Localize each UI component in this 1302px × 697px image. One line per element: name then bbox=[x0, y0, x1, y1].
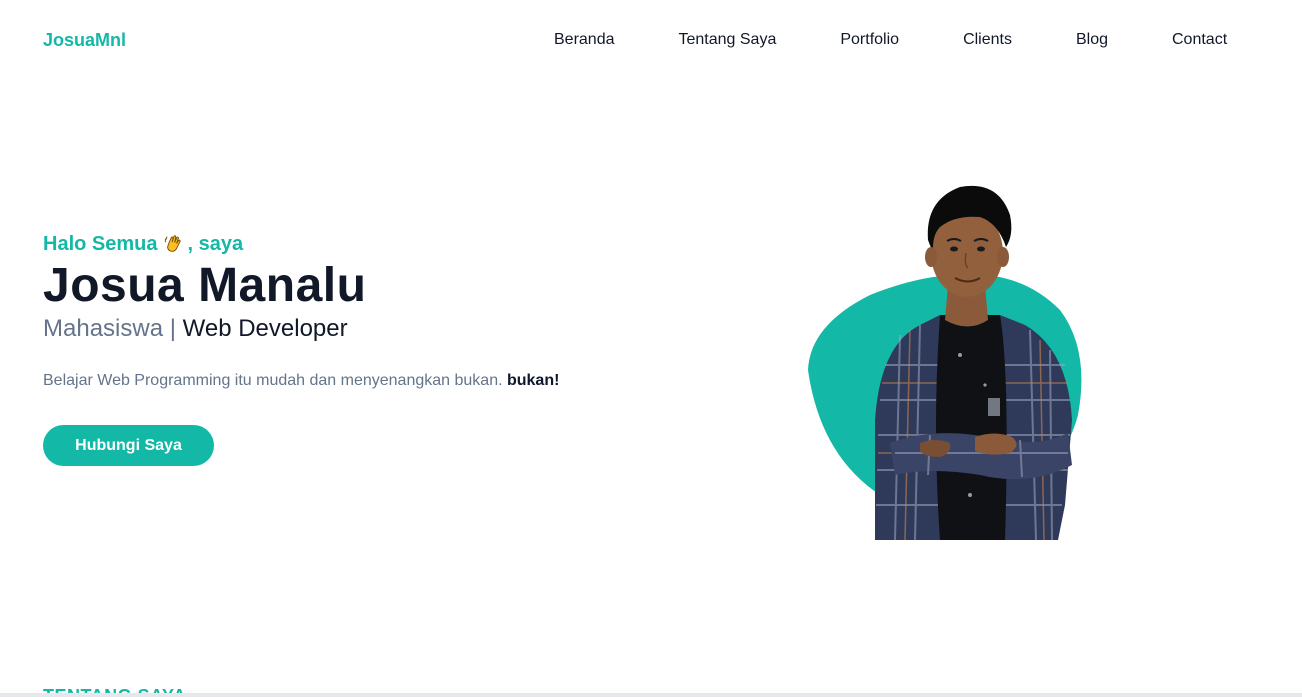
nav-link-portfolio[interactable]: Portfolio bbox=[840, 30, 899, 50]
waving-hand-icon bbox=[165, 235, 182, 252]
tagline-text: Belajar Web Programming itu mudah dan me… bbox=[43, 372, 503, 389]
tagline-bold: bukan! bbox=[506, 372, 560, 389]
navbar: JosuaMnl Beranda Tentang Saya Portfolio … bbox=[0, 0, 1302, 80]
role-muted: Mahasiswa | bbox=[43, 315, 176, 342]
nav-link-contact[interactable]: Contact bbox=[1172, 30, 1227, 50]
hero-greeting: Halo Semua , saya bbox=[43, 230, 663, 258]
nav-link-clients[interactable]: Clients bbox=[963, 30, 1012, 50]
hero-profile-photo bbox=[808, 185, 1082, 540]
hero-role: Mahasiswa | Web Developer bbox=[43, 314, 663, 344]
hero-name: Josua Manalu bbox=[43, 259, 367, 312]
contact-me-button[interactable]: Hubungi Saya bbox=[43, 425, 214, 466]
page: JosuaMnl Beranda Tentang Saya Portfolio … bbox=[0, 0, 1302, 697]
role-main: Web Developer bbox=[182, 315, 348, 342]
brand-logo[interactable]: JosuaMnl bbox=[43, 30, 126, 50]
nav-links: Beranda Tentang Saya Portfolio Clients B… bbox=[554, 30, 1227, 50]
hero-tagline: Belajar Web Programming itu mudah dan me… bbox=[43, 370, 663, 392]
horizontal-scrollbar[interactable] bbox=[0, 693, 1302, 697]
greeting-suffix: , saya bbox=[187, 233, 244, 255]
person-figure bbox=[875, 185, 1072, 540]
hero-intro: Halo Semua , saya Josua Manalu Mahasiswa… bbox=[43, 230, 663, 466]
nav-link-tentang-saya[interactable]: Tentang Saya bbox=[679, 30, 777, 50]
nav-link-beranda[interactable]: Beranda bbox=[554, 30, 615, 50]
greeting-text: Halo Semua bbox=[43, 233, 158, 255]
nav-link-blog[interactable]: Blog bbox=[1076, 30, 1108, 50]
